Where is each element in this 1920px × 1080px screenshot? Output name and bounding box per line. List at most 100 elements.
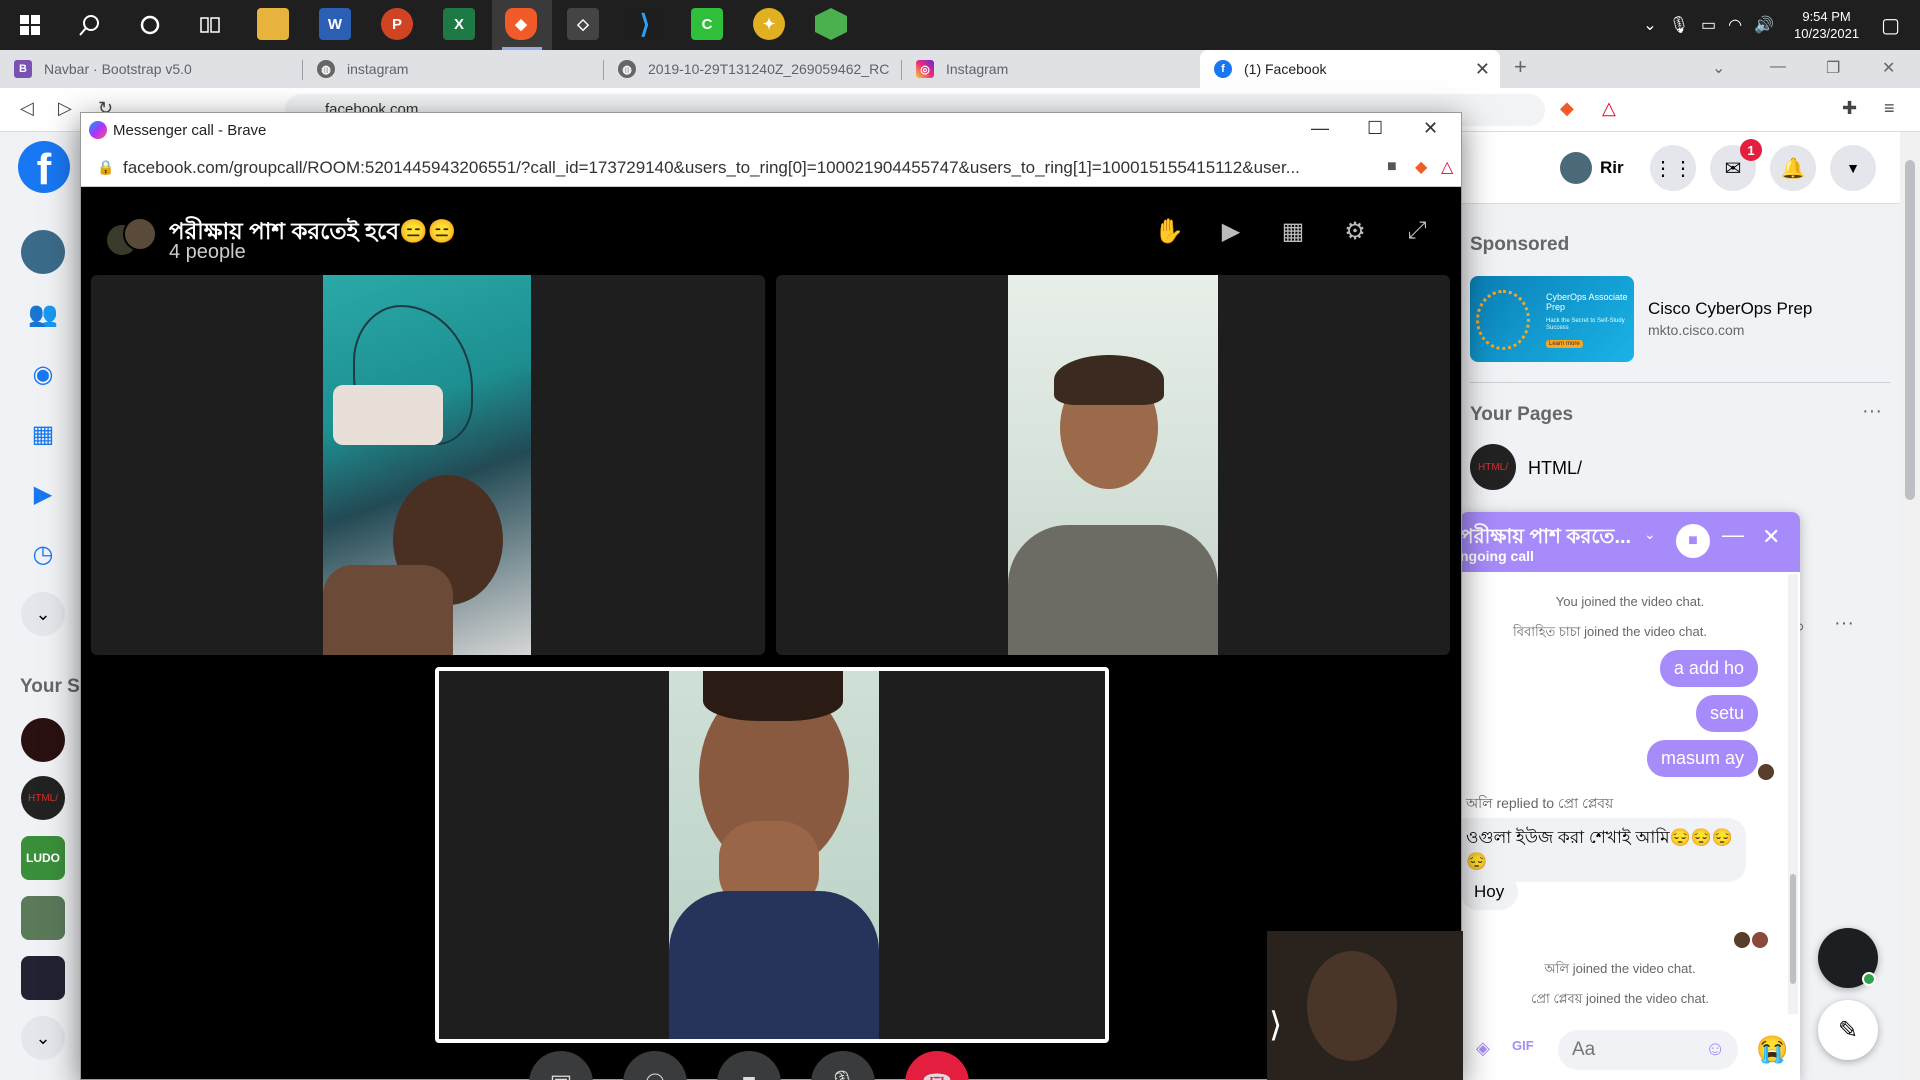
page-scrollbar[interactable] <box>1900 132 1920 1080</box>
task-view-icon[interactable] <box>186 7 234 43</box>
cortana-icon[interactable] <box>126 7 174 43</box>
restore-icon[interactable]: ❐ <box>1826 58 1840 78</box>
close-chat-icon[interactable]: ✕ <box>1762 524 1780 550</box>
settings-gear-icon[interactable]: ⚙ <box>1335 211 1375 251</box>
scrollbar-thumb[interactable] <box>1905 160 1915 500</box>
ad-title[interactable]: Cisco CyberOps Prep <box>1648 299 1812 319</box>
new-tab-button[interactable]: + <box>1514 54 1527 80</box>
tab-image-file[interactable]: ◍ 2019-10-29T131240Z_269059462_RC <box>604 50 901 88</box>
shortcut-person-icon[interactable] <box>21 956 65 1000</box>
word-icon[interactable]: W <box>319 8 351 40</box>
maximize-icon[interactable]: ☐ <box>1367 118 1383 139</box>
next-participants-icon[interactable]: ⟩ <box>1269 1005 1282 1045</box>
close-window-icon[interactable]: ✕ <box>1423 118 1438 139</box>
messenger-icon[interactable]: ✉ 1 <box>1710 139 1762 191</box>
tab-facebook[interactable]: f (1) Facebook ✕ <box>1200 50 1500 88</box>
my-message[interactable]: masum ay <box>1646 740 1758 777</box>
screen-share-icon[interactable]: ▶ <box>1211 211 1251 251</box>
groups-icon[interactable]: ◉ <box>21 352 65 396</box>
brave-rewards-icon[interactable]: △ <box>1602 98 1616 119</box>
layout-grid-icon[interactable]: ▦ <box>1273 211 1313 251</box>
taskbar-clock[interactable]: 9:54 PM 10/23/2021 <box>1794 8 1859 42</box>
chat-title-chevron-icon[interactable]: ⌄ <box>1644 526 1656 543</box>
microphone-toggle-button[interactable]: 🎙 <box>811 1051 875 1080</box>
search-icon[interactable] <box>66 7 114 43</box>
microphone-icon[interactable]: 🎙 <box>1669 15 1689 35</box>
fullscreen-icon[interactable]: ⤢ <box>1397 211 1437 251</box>
memories-icon[interactable]: ◷ <box>21 532 65 576</box>
tab-bootstrap[interactable]: B Navbar · Bootstrap v5.0 <box>0 50 302 88</box>
add-participant-button[interactable]: ⚇ <box>623 1051 687 1080</box>
menu-icon[interactable]: ≡ <box>1884 98 1895 119</box>
minimize-icon[interactable]: — <box>1311 118 1329 139</box>
extensions-icon[interactable]: ✚ <box>1842 98 1857 119</box>
my-message[interactable]: setu <box>1695 695 1758 732</box>
shortcut-rose-avatar[interactable] <box>21 718 65 762</box>
brave-rewards-icon[interactable]: △ <box>1441 157 1453 177</box>
participant-video-tile[interactable] <box>91 275 765 655</box>
shortcut-html-avatar[interactable]: HTML/ <box>21 776 65 820</box>
camera-toggle-button[interactable]: ■ <box>717 1051 781 1080</box>
brave-shields-icon[interactable]: ◆ <box>1415 157 1427 177</box>
marketplace-icon[interactable]: ▦ <box>21 412 65 456</box>
sticker-icon[interactable]: ◈ <box>1476 1038 1490 1059</box>
profile-name[interactable]: Rir <box>1600 158 1624 178</box>
video-call-icon[interactable]: ■ <box>1676 524 1710 558</box>
watch-icon[interactable]: ▶ <box>21 472 65 516</box>
facebook-logo[interactable]: f <box>18 141 70 193</box>
wave-hand-icon[interactable]: ✋ <box>1149 211 1189 251</box>
share-screen-button[interactable]: ▣ <box>529 1051 593 1080</box>
minimize-icon[interactable]: — <box>1770 58 1786 76</box>
camera-permission-icon[interactable]: ■ <box>1387 158 1397 176</box>
file-explorer-icon[interactable] <box>257 8 289 40</box>
chevron-up-icon[interactable]: ⌄ <box>1643 15 1656 35</box>
volume-icon[interactable]: 🔊 <box>1754 15 1774 35</box>
new-message-icon[interactable]: ✎ <box>1818 1000 1878 1060</box>
nodejs-icon[interactable] <box>815 8 847 40</box>
friends-icon[interactable]: 👥 <box>21 292 65 336</box>
call-window-titlebar[interactable]: Messenger call - Brave — ☐ ✕ <box>81 113 1461 149</box>
bee-app-icon[interactable]: ✦ <box>753 8 785 40</box>
tab-instagram[interactable]: ◎ Instagram <box>902 50 1200 88</box>
wifi-icon[interactable]: ◠ <box>1728 15 1742 35</box>
focused-participant-video-tile[interactable] <box>435 667 1109 1043</box>
windows-start-icon[interactable] <box>6 7 54 43</box>
ad-image[interactable]: CyberOps Associate Prep Hack the Secret … <box>1470 276 1634 362</box>
notification-center-icon[interactable]: ▢ <box>1881 13 1900 38</box>
chat-head-avatar[interactable] <box>1818 928 1878 988</box>
page-name[interactable]: HTML/ <box>1528 458 1582 479</box>
powerpoint-icon[interactable]: P <box>381 8 413 40</box>
notifications-bell-icon[interactable]: 🔔 <box>1770 145 1816 191</box>
call-window-urlbar[interactable]: 🔒 facebook.com/groupcall/ROOM:5201445943… <box>81 149 1461 187</box>
reaction-emoji-icon[interactable]: 😭 <box>1756 1034 1788 1065</box>
menu-grid-icon[interactable]: ⋮⋮ <box>1650 145 1696 191</box>
tab-instagram-search[interactable]: ◍ instagram <box>303 50 603 88</box>
ludo-club-icon[interactable]: LUDO <box>21 836 65 880</box>
gif-icon[interactable]: GIF <box>1512 1038 1534 1053</box>
vscode-icon[interactable]: ⟩ <box>629 8 661 40</box>
user-avatar[interactable] <box>1560 152 1592 184</box>
chat-header[interactable]: পরীক্ষায় পাশ করতে... ⌄ ngoing call ■ — … <box>1460 512 1800 572</box>
shortcut-landscape-icon[interactable] <box>21 896 65 940</box>
camtasia-icon[interactable]: C <box>691 8 723 40</box>
profile-avatar[interactable] <box>21 230 65 274</box>
more-options-icon[interactable]: ··· <box>1862 400 1882 423</box>
quoted-message[interactable]: ওগুলা ইউজ করা শেখাই আমি😔😔😔😔 <box>1460 818 1746 882</box>
participant-video-tile[interactable] <box>776 275 1450 655</box>
their-message[interactable]: Hoy <box>1460 874 1519 910</box>
chat-scrollbar[interactable] <box>1788 574 1798 1014</box>
account-dropdown-icon[interactable]: ▼ <box>1830 145 1876 191</box>
battery-icon[interactable]: ▭ <box>1701 15 1716 35</box>
self-view-video[interactable] <box>1267 931 1463 1080</box>
brave-icon[interactable]: ◆ <box>505 8 537 40</box>
excel-icon[interactable]: X <box>443 8 475 40</box>
see-more-chevron-icon[interactable]: ⌄ <box>21 592 65 636</box>
contacts-options-icon[interactable]: ··· <box>1834 612 1854 635</box>
forward-icon[interactable]: ▷ <box>58 98 72 119</box>
emoji-icon[interactable]: ☺ <box>1705 1038 1725 1061</box>
back-icon[interactable]: ◁ <box>20 98 34 119</box>
git-icon[interactable]: ◇ <box>567 8 599 40</box>
tab-search-icon[interactable]: ⌄ <box>1712 58 1725 78</box>
chat-scrollbar-thumb[interactable] <box>1790 874 1796 984</box>
lock-icon[interactable]: 🔒 <box>97 159 114 176</box>
